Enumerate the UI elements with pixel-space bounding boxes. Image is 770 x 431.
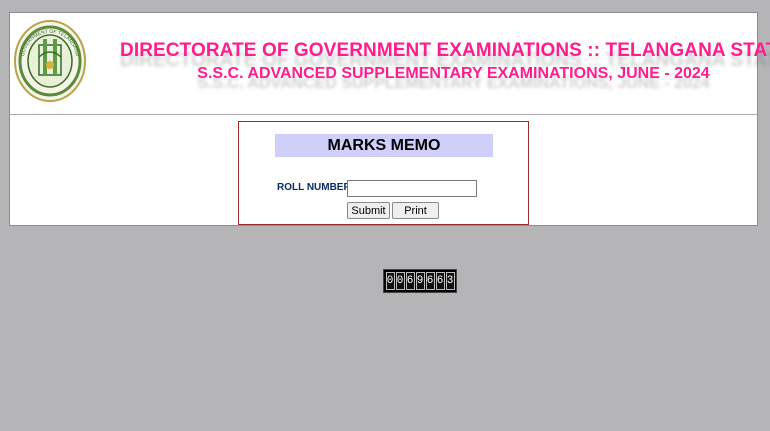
- telangana-emblem-icon: GOVERNMENT OF TELANGANA: [12, 17, 88, 107]
- roll-number-label: ROLL NUMBER: [277, 182, 351, 193]
- counter-digit: 0: [385, 272, 395, 290]
- roll-number-input[interactable]: [347, 180, 477, 197]
- counter-digit: 6: [425, 272, 435, 290]
- counter-digit: 3: [445, 272, 455, 290]
- visitor-counter: 0 0 6 9 6 6 3: [383, 269, 457, 293]
- marks-memo-form: MARKS MEMO ROLL NUMBER Submit Print: [238, 121, 529, 225]
- main-panel: GOVERNMENT OF TELANGANA DIRECTORATE OF G…: [9, 12, 770, 226]
- marks-memo-heading: MARKS MEMO: [275, 134, 493, 157]
- counter-digit: 6: [435, 272, 445, 290]
- header: GOVERNMENT OF TELANGANA DIRECTORATE OF G…: [10, 13, 770, 115]
- page-title: DIRECTORATE OF GOVERNMENT EXAMINATIONS :…: [120, 40, 770, 61]
- submit-button[interactable]: Submit: [347, 202, 390, 219]
- counter-digit: 9: [415, 272, 425, 290]
- print-button[interactable]: Print: [392, 202, 439, 219]
- page-subtitle: S.S.C. ADVANCED SUPPLEMENTARY EXAMINATIO…: [197, 65, 710, 82]
- counter-digit: 0: [395, 272, 405, 290]
- counter-digit: 6: [405, 272, 415, 290]
